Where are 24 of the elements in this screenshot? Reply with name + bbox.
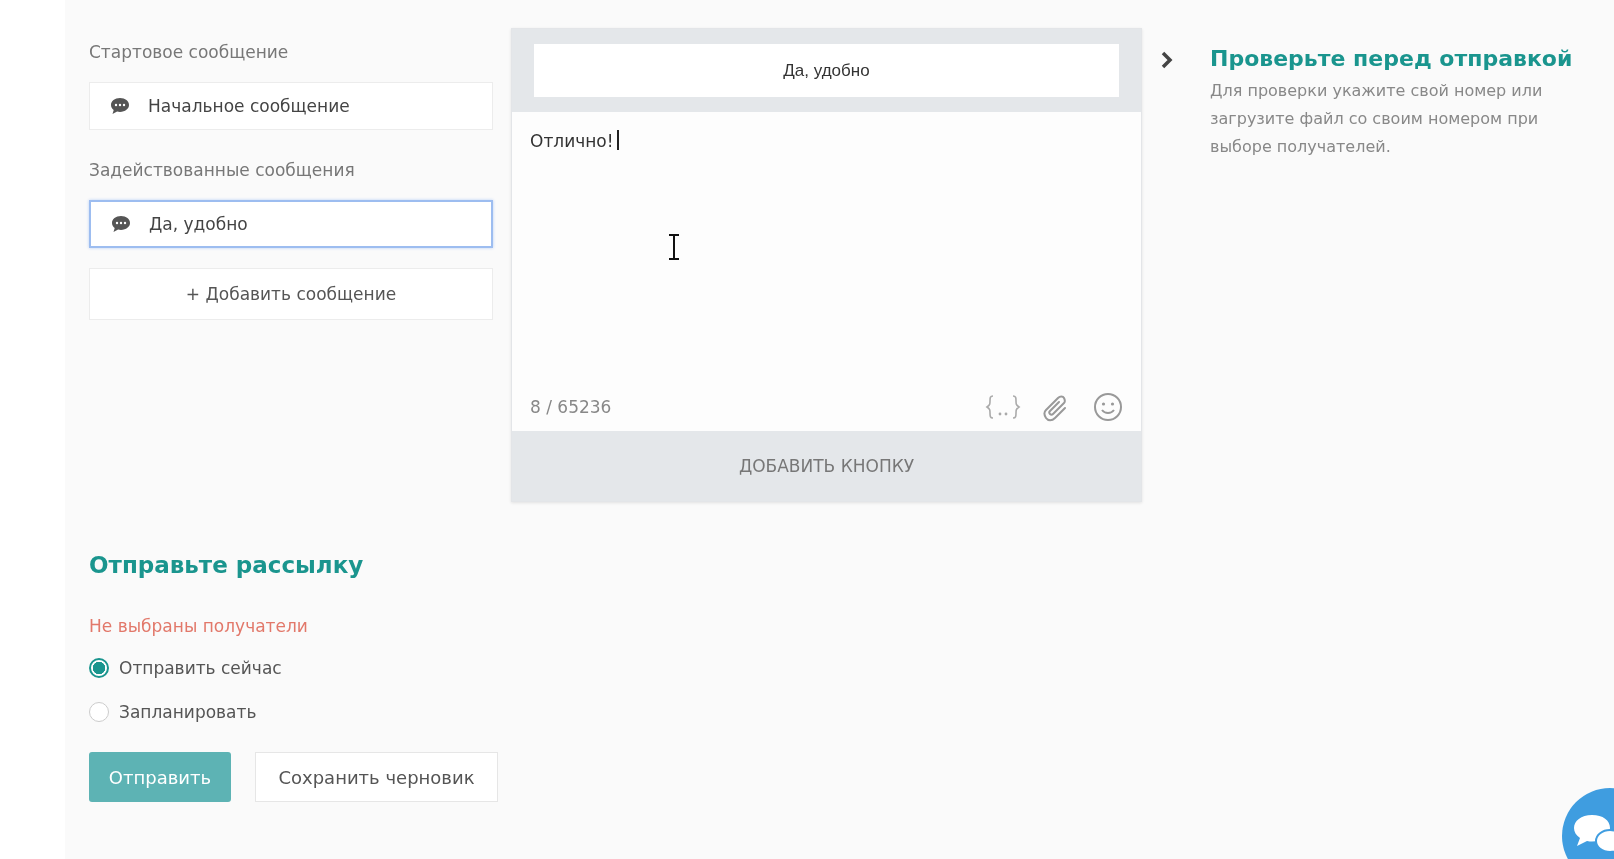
radio-label[interactable]: Запланировать: [119, 702, 257, 722]
chat-bubble-icon: [111, 215, 131, 233]
message-item[interactable]: Да, удобно: [89, 200, 493, 248]
add-button[interactable]: ДОБАВИТЬ КНОПКУ: [512, 431, 1141, 501]
panel-title: Проверьте перед отправкой: [1210, 46, 1573, 71]
radio-label[interactable]: Отправить сейчас: [119, 658, 282, 678]
message-input[interactable]: Отлично!: [530, 112, 1123, 383]
add-message-button[interactable]: + Добавить сообщение: [89, 268, 493, 320]
error-message: Не выбраны получатели: [89, 616, 309, 636]
message-item[interactable]: Начальное сообщение: [89, 82, 493, 130]
variables-icon[interactable]: [985, 393, 1021, 421]
character-counter: 8 / 65236: [530, 397, 612, 417]
section-label: Задействованные сообщения: [89, 160, 356, 180]
chevron-right-icon[interactable]: [1160, 50, 1174, 70]
radio-button[interactable]: [89, 702, 109, 722]
panel-description: Для проверки укажите свой номер или загрузите файл со своим номером при выборе получателей.: [1210, 80, 1544, 158]
reply-button[interactable]: Да, удобно: [534, 44, 1119, 97]
section-title: Отправьте рассылку: [89, 552, 365, 578]
radio-button[interactable]: [89, 658, 109, 678]
text-cursor-icon: [667, 234, 681, 260]
chat-bubble-icon: [110, 97, 130, 115]
smiley-icon[interactable]: [1093, 392, 1123, 422]
section-label: Стартовое сообщение: [89, 42, 290, 62]
save-draft-button[interactable]: Сохранить черновик: [255, 752, 498, 802]
